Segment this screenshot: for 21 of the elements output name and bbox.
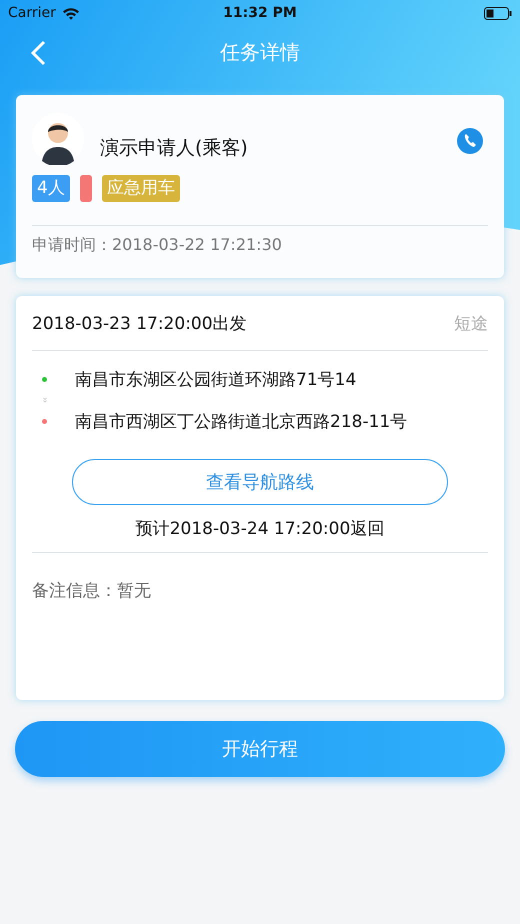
departure-time: 2018-03-23 17:20:00出发: [32, 312, 247, 334]
note-value: 暂无: [117, 580, 151, 602]
status-time: 11:32 PM: [223, 5, 297, 21]
trip-type: 短途: [454, 312, 488, 334]
time-label: 申请时间：: [32, 235, 112, 256]
carrier-label: Carrier: [8, 5, 56, 21]
apply-time: 2018-03-22 17:21:30: [112, 235, 282, 256]
note-label: 备注信息：: [32, 580, 117, 602]
tag-label: 应急用车: [102, 175, 180, 202]
page-title: 任务详情: [220, 38, 300, 66]
stop-address: 南昌市东湖区公园街道环湖路71号14: [75, 368, 356, 390]
route-button[interactable]: 查看导航路线: [72, 459, 448, 505]
chevron-icon: [43, 397, 47, 403]
stop-address: 南昌市西湖区丁公路街道北京西路218-11号: [75, 410, 408, 432]
battery-icon: [484, 6, 512, 20]
applicant-name: 演示申请人(乘客): [100, 136, 248, 161]
tag-label: 4人: [32, 175, 70, 202]
wifi-icon: [62, 6, 80, 20]
phone-icon[interactable]: [456, 127, 484, 155]
start-button[interactable]: 开始行程: [15, 721, 505, 777]
return-time: 预计2018-03-24 17:20:00返回: [134, 518, 386, 540]
